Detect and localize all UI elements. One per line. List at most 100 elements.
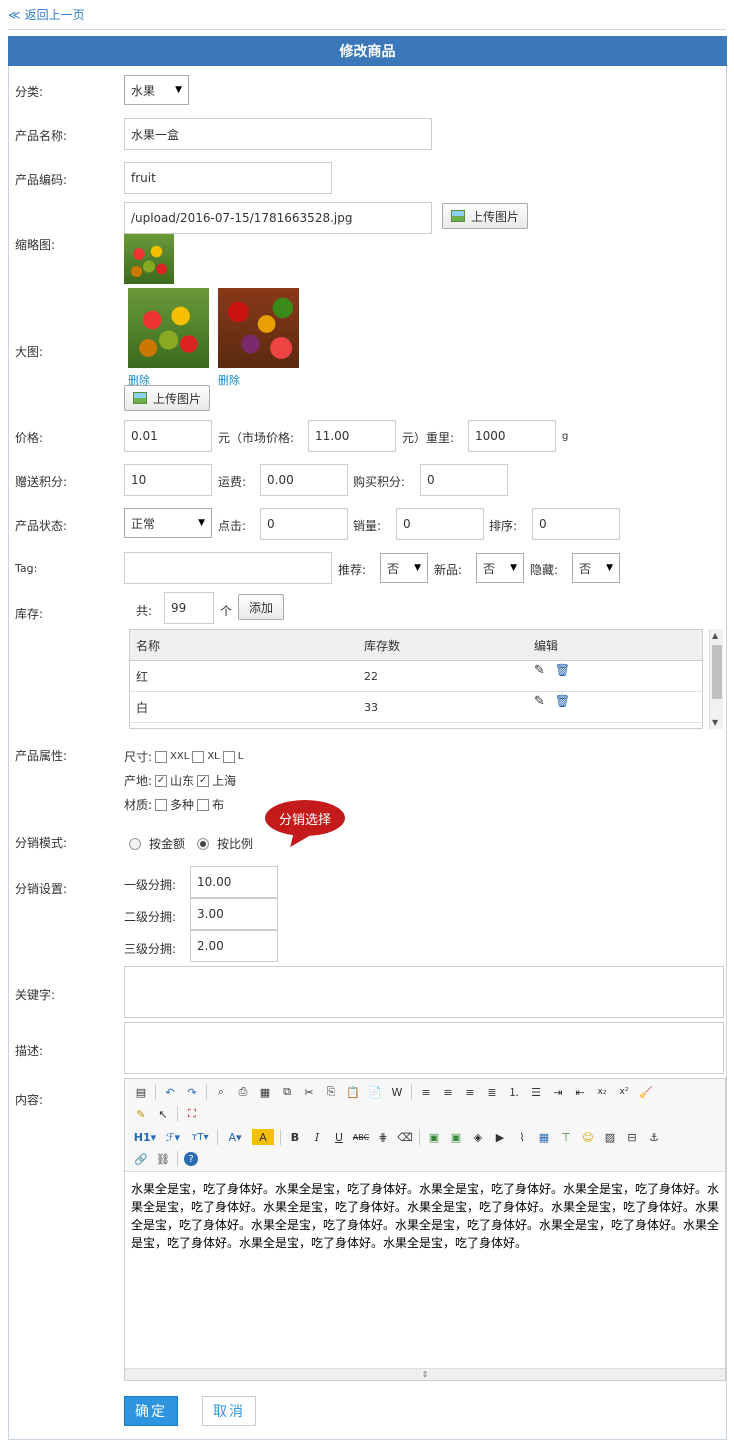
select-all-icon[interactable]: ✎ xyxy=(133,1106,149,1122)
origin-shanghai-checkbox[interactable]: ✓ xyxy=(197,774,210,787)
back-link[interactable]: ≪ 返回上一页 xyxy=(8,6,85,23)
code-icon[interactable]: ⧉ xyxy=(279,1084,295,1100)
superscript-icon[interactable]: x² xyxy=(616,1084,632,1100)
sales-input[interactable]: 0 xyxy=(396,508,484,540)
bullet-list-icon[interactable]: ☰ xyxy=(528,1084,544,1100)
media-icon[interactable]: ▶ xyxy=(492,1129,508,1145)
price-input[interactable]: 0.01 xyxy=(124,420,212,452)
scroll-down-icon[interactable]: ▼ xyxy=(712,718,718,727)
insert-image-icon[interactable]: ▣ xyxy=(426,1129,442,1145)
thumb-path-input[interactable]: /upload/2016-07-15/1781663528.jpg xyxy=(124,202,432,234)
preview-icon[interactable]: ⌕ xyxy=(213,1084,229,1100)
indent-icon[interactable]: ⇥ xyxy=(550,1084,566,1100)
material-cloth-checkbox[interactable] xyxy=(197,798,210,811)
weight-input[interactable]: 1000 xyxy=(468,420,556,452)
size-xl-checkbox[interactable] xyxy=(192,750,205,763)
market-price-input[interactable]: 11.00 xyxy=(308,420,396,452)
editor-content[interactable]: 水果全是宝，吃了身体好。水果全是宝，吃了身体好。水果全是宝，吃了身体好。水果全是… xyxy=(131,1180,719,1252)
material-various-checkbox[interactable] xyxy=(155,798,168,811)
map-icon[interactable]: ▨ xyxy=(602,1129,618,1145)
confirm-button[interactable]: 确定 xyxy=(124,1396,178,1426)
level1-input[interactable]: 10.00 xyxy=(190,866,278,898)
bigimg-upload-button[interactable]: 上传图片 xyxy=(124,385,211,411)
trash-icon[interactable]: 🗑 xyxy=(555,663,570,677)
fullscreen-icon[interactable]: ⛶ xyxy=(184,1106,200,1122)
highlight-icon[interactable]: A xyxy=(252,1129,274,1145)
table-icon[interactable]: ▦ xyxy=(536,1129,552,1145)
anchor-icon[interactable]: ⚓ xyxy=(646,1129,662,1145)
align-right-icon[interactable]: ≡ xyxy=(462,1084,478,1100)
outdent-icon[interactable]: ⇤ xyxy=(572,1084,588,1100)
name-input[interactable]: 水果一盒 xyxy=(124,118,432,150)
cancel-button[interactable]: 取消 xyxy=(202,1396,256,1426)
hr-icon[interactable]: ⋕ xyxy=(375,1129,391,1145)
font-color-icon[interactable]: A▾ xyxy=(224,1129,246,1145)
level3-input[interactable]: 2.00 xyxy=(190,930,278,962)
copy-icon[interactable]: ⎘ xyxy=(323,1084,339,1100)
align-left-icon[interactable]: ≡ xyxy=(418,1084,434,1100)
tag-input[interactable] xyxy=(124,552,332,584)
template-icon[interactable]: ▦ xyxy=(257,1084,273,1100)
flash-icon[interactable]: ◈ xyxy=(470,1129,486,1145)
unlink-icon[interactable]: ⛓ xyxy=(155,1151,171,1167)
insert-multi-image-icon[interactable]: ▣ xyxy=(448,1129,464,1145)
redo-icon[interactable]: ↷ xyxy=(184,1084,200,1100)
points-input[interactable]: 10 xyxy=(124,464,212,496)
stock-add-button[interactable]: 添加 xyxy=(238,594,285,620)
stock-total-input[interactable]: 99 xyxy=(164,592,214,624)
eraser-icon[interactable]: ⌫ xyxy=(397,1129,413,1145)
ordered-list-icon[interactable]: ⒈ xyxy=(506,1084,522,1100)
link-icon[interactable]: 🔗 xyxy=(133,1151,149,1167)
insert-hr-icon[interactable]: ⊤ xyxy=(558,1129,574,1145)
size-l-checkbox[interactable] xyxy=(222,750,235,763)
hide-select[interactable]: 否 ▼ xyxy=(572,553,620,583)
attachment-icon[interactable]: ⌇ xyxy=(514,1129,530,1145)
thumb-upload-button[interactable]: 上传图片 xyxy=(442,203,529,229)
subscript-icon[interactable]: x₂ xyxy=(594,1084,610,1100)
ship-input[interactable]: 0.00 xyxy=(260,464,348,496)
buy-points-input[interactable]: 0 xyxy=(420,464,508,496)
status-select[interactable]: 正常 ▼ xyxy=(124,508,212,538)
help-icon[interactable]: ? xyxy=(184,1152,198,1166)
justify-icon[interactable]: ≣ xyxy=(484,1084,500,1100)
recommend-select[interactable]: 否 ▼ xyxy=(380,553,428,583)
by-amount-radio[interactable] xyxy=(129,837,141,850)
paste-word-icon[interactable]: W xyxy=(389,1084,405,1100)
paste-text-icon[interactable]: 📄 xyxy=(367,1084,383,1100)
trash-icon[interactable]: 🗑 xyxy=(555,694,570,708)
clear-format-icon[interactable]: 🧹 xyxy=(638,1084,654,1100)
delete-image-2-link[interactable]: 删除 xyxy=(218,372,240,388)
resize-handle-icon[interactable]: ⇕ xyxy=(125,1368,725,1380)
cut-icon[interactable]: ✂ xyxy=(301,1084,317,1100)
scroll-thumb[interactable] xyxy=(712,645,722,699)
align-center-icon[interactable]: ≡ xyxy=(440,1084,456,1100)
desc-textarea[interactable] xyxy=(124,1022,724,1074)
origin-shandong-checkbox[interactable]: ✓ xyxy=(155,774,168,787)
underline-icon[interactable]: U xyxy=(331,1129,347,1145)
font-size-icon[interactable]: тT▾ xyxy=(189,1129,211,1145)
bold-icon[interactable]: B xyxy=(287,1129,303,1145)
code-input[interactable]: fruit xyxy=(124,162,332,194)
emoticon-icon[interactable]: ☺ xyxy=(580,1129,596,1145)
pencil-icon[interactable]: ✎ xyxy=(534,663,545,678)
by-ratio-radio[interactable] xyxy=(197,837,210,850)
sort-input[interactable]: 0 xyxy=(532,508,620,540)
pencil-icon[interactable]: ✎ xyxy=(534,694,545,709)
category-select[interactable]: 水果 ▼ xyxy=(124,75,189,105)
font-family-icon[interactable]: ℱ▾ xyxy=(163,1129,183,1145)
strikethrough-icon[interactable]: ABC xyxy=(353,1129,369,1145)
click-input[interactable]: 0 xyxy=(260,508,348,540)
scroll-up-icon[interactable]: ▲ xyxy=(712,631,718,640)
paste-icon[interactable]: 📋 xyxy=(345,1084,361,1100)
new-select[interactable]: 否 ▼ xyxy=(476,553,524,583)
undo-icon[interactable]: ↶ xyxy=(162,1084,178,1100)
print-icon[interactable]: ⎙ xyxy=(235,1084,251,1100)
pagebreak-icon[interactable]: ⊟ xyxy=(624,1129,640,1145)
source-icon[interactable]: ▤ xyxy=(133,1084,149,1100)
italic-icon[interactable]: I xyxy=(309,1129,325,1145)
heading-icon[interactable]: H1▾ xyxy=(133,1129,157,1145)
level2-input[interactable]: 3.00 xyxy=(190,898,278,930)
cursor-icon[interactable]: ↖ xyxy=(155,1106,171,1122)
stock-scrollbar[interactable]: ▲ ▼ xyxy=(709,629,723,729)
keywords-textarea[interactable] xyxy=(124,966,724,1018)
